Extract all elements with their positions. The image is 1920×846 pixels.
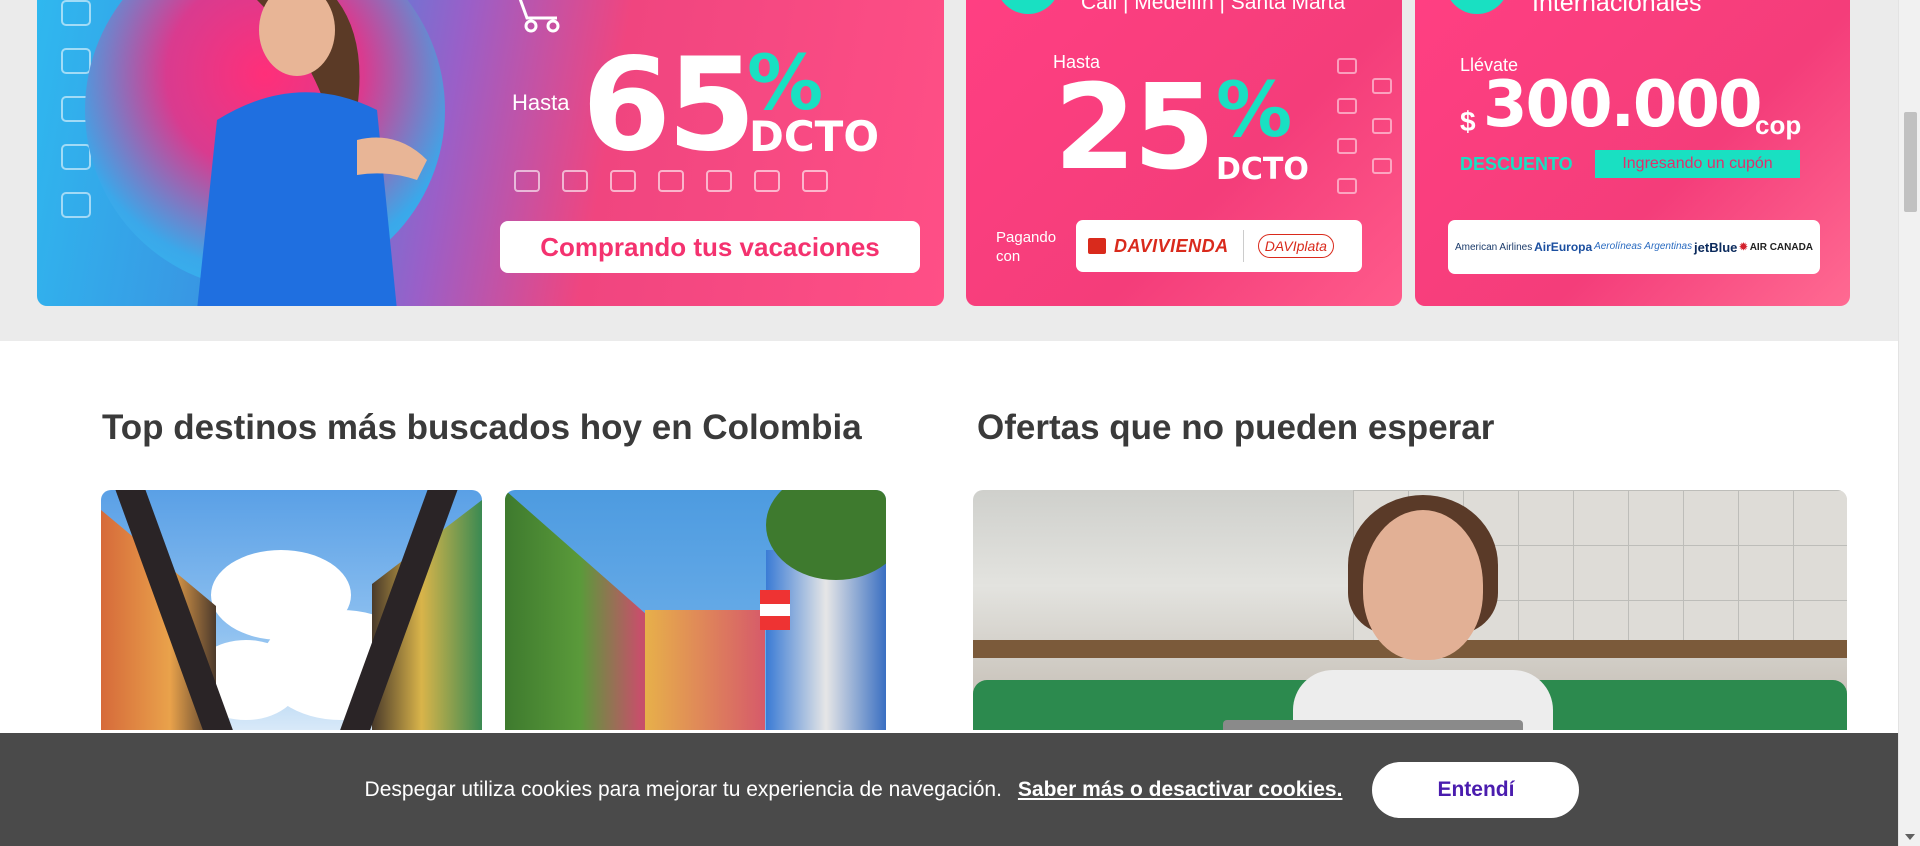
offer-card[interactable] xyxy=(973,490,1847,730)
discount-label: DESCUENTO xyxy=(1460,154,1573,174)
promo-discount-number: 25 xyxy=(1054,58,1215,196)
daviplata-logo: DAVIplata xyxy=(1257,234,1334,258)
cart-icon xyxy=(518,0,560,33)
airline-logos: American Airlines AirEuropa Aerolíneas A… xyxy=(1448,220,1820,274)
ticket-icon xyxy=(658,170,684,192)
promo-dcto-label: DCTO xyxy=(749,112,880,161)
promo-heading: Internacionales xyxy=(1532,0,1702,17)
promo-dcto-label: DCTO xyxy=(1216,152,1309,187)
promo-banner-international[interactable]: Internacionales Llévate $ 300.000 cop DE… xyxy=(1415,0,1850,306)
american-airlines-logo: American Airlines xyxy=(1454,241,1533,253)
section-title-offers: Ofertas que no pueden esperar xyxy=(977,408,1495,447)
aireuropa-logo: AirEuropa xyxy=(1534,240,1593,254)
bank-logos: DAVIVIENDA DAVIplata xyxy=(1076,220,1362,272)
destination-card[interactable] xyxy=(101,490,482,730)
promo-banners: Hasta 65 % DCTO Comprando tus vacaciones… xyxy=(0,0,1898,341)
currency-unit: cop xyxy=(1755,110,1802,140)
woman-photo xyxy=(197,0,427,306)
air-canada-logo: AIR CANADA xyxy=(1739,242,1813,253)
cookie-accept-button[interactable]: Entendí xyxy=(1372,761,1580,818)
cookie-banner: Despegar utiliza cookies para mejorar tu… xyxy=(0,733,1898,846)
medical-bag-icon xyxy=(802,170,828,192)
promo-percent-sign: % xyxy=(1216,65,1293,154)
promo-cities: Cali | Medellín | Santa Marta xyxy=(1081,0,1346,14)
decorative-dot xyxy=(996,0,1060,14)
page-scrollbar[interactable] xyxy=(1898,0,1920,846)
section-title-top-destinations: Top destinos más buscados hoy en Colombi… xyxy=(102,408,862,447)
plane-icon xyxy=(562,170,588,192)
coupon-tag: Ingresando un cupón xyxy=(1595,150,1800,178)
promo-discount-number: 65 xyxy=(582,31,756,180)
promo-banner-vacations[interactable]: Hasta 65 % DCTO Comprando tus vacaciones xyxy=(37,0,944,306)
promo-banner-davivienda[interactable]: Cali | Medellín | Santa Marta Hasta 25 %… xyxy=(966,0,1402,306)
cookie-message: Despegar utiliza cookies para mejorar tu… xyxy=(364,777,1002,801)
paying-with-label: Pagando con xyxy=(996,229,1057,265)
aerolineas-argentinas-logo: Aerolíneas Argentinas xyxy=(1594,241,1693,252)
davivienda-logo: DAVIVIENDA xyxy=(1114,235,1229,256)
currency-symbol: $ xyxy=(1460,106,1476,137)
decorative-dot xyxy=(1445,0,1509,14)
scrollbar-thumb[interactable] xyxy=(1904,112,1917,212)
suitcase-icon xyxy=(610,170,636,192)
promo-hasta-label: Hasta xyxy=(512,90,570,115)
destination-card[interactable] xyxy=(505,490,886,730)
promo-percent-sign: % xyxy=(747,38,824,127)
promo-amount: 300.000 xyxy=(1483,68,1762,142)
bed-icon xyxy=(514,170,540,192)
davivienda-house-icon xyxy=(1088,238,1106,254)
mickey-icon xyxy=(754,170,780,192)
logo-divider xyxy=(1242,230,1244,262)
flag-image xyxy=(760,590,790,630)
travel-icons-row xyxy=(514,170,914,196)
promo-cta-button[interactable]: Comprando tus vacaciones xyxy=(500,221,920,273)
car-icon xyxy=(706,170,732,192)
jetblue-logo: jetBlue xyxy=(1694,239,1738,255)
travel-icons-column xyxy=(1332,58,1392,198)
scroll-down-icon[interactable] xyxy=(1905,834,1915,840)
cookie-settings-link[interactable]: Saber más o desactivar cookies. xyxy=(1018,778,1343,802)
